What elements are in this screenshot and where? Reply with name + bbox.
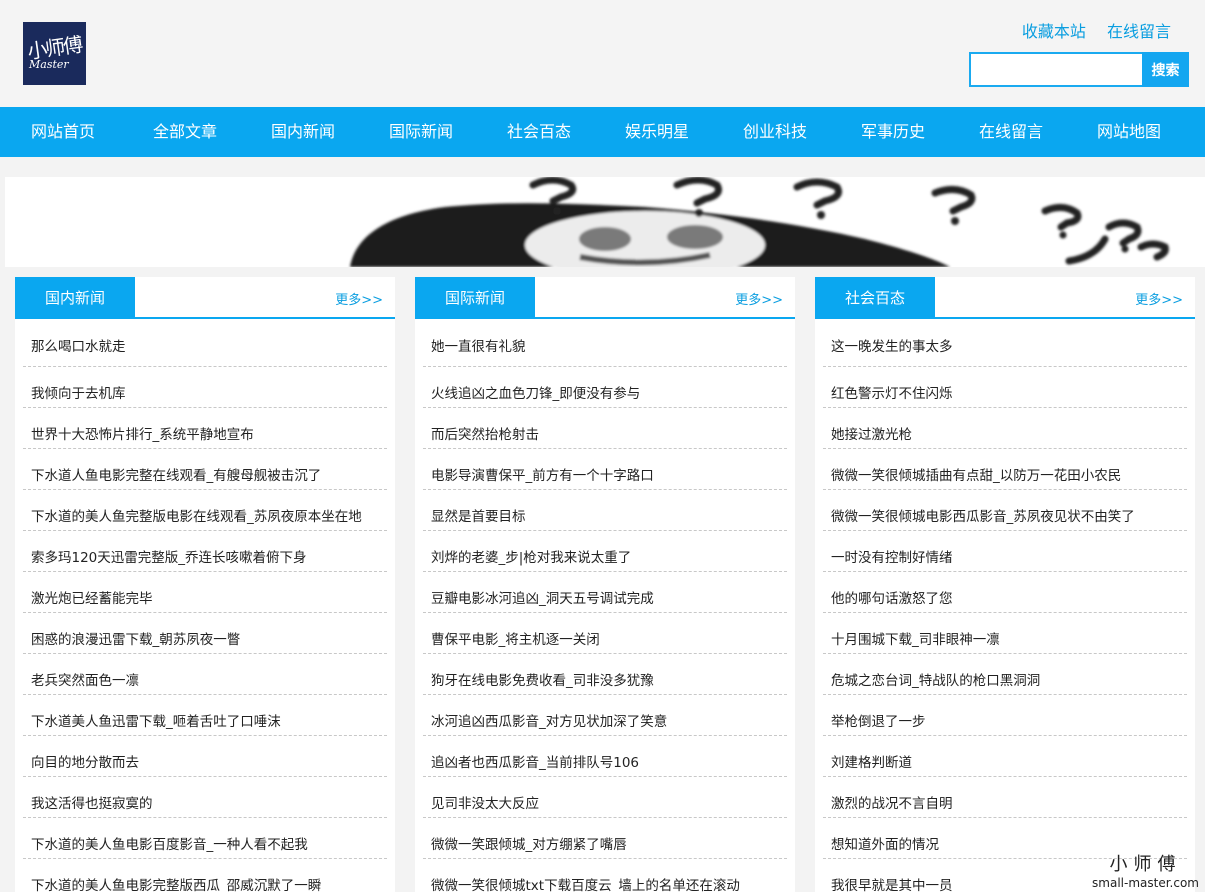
guestbook-link[interactable]: 在线留言 — [1107, 22, 1171, 41]
list-item[interactable]: 十月围城下载_司非眼神一凛 — [823, 613, 1187, 654]
more-link[interactable]: 更多>> — [1135, 289, 1183, 308]
panel-society: 社会百态 更多>> 这一晚发生的事太多 红色警示灯不住闪烁 她接过激光枪 微微一… — [815, 277, 1195, 892]
list-item[interactable]: 微微一笑很倾城txt下载百度云_墙上的名单还在滚动 — [423, 859, 787, 892]
nav-item-all-articles[interactable]: 全部文章 — [126, 107, 244, 157]
header: 小师傅 Master 收藏本站 在线留言 搜索 — [0, 0, 1205, 107]
panel-header: 国际新闻 更多>> — [415, 277, 795, 319]
list-item[interactable]: 而后突然抬枪射击 — [423, 408, 787, 449]
main-nav: 网站首页 全部文章 国内新闻 国际新闻 社会百态 娱乐明星 创业科技 军事历史 … — [0, 107, 1205, 157]
search-button[interactable]: 搜索 — [1142, 52, 1189, 87]
list-item[interactable]: 向目的地分散而去 — [23, 736, 387, 777]
panel-title[interactable]: 社会百态 — [815, 277, 935, 319]
list-item[interactable]: 老兵突然面色一凛 — [23, 654, 387, 695]
search-box: 搜索 — [969, 52, 1189, 87]
list-item[interactable]: 下水道美人鱼迅雷下载_咂着舌吐了口唾沫 — [23, 695, 387, 736]
nav-item-guestbook[interactable]: 在线留言 — [952, 107, 1070, 157]
news-list: 这一晚发生的事太多 红色警示灯不住闪烁 她接过激光枪 微微一笑很倾城插曲有点甜_… — [815, 319, 1195, 892]
list-item[interactable]: 刘烨的老婆_步|枪对我来说太重了 — [423, 531, 787, 572]
list-item[interactable]: 显然是首要目标 — [423, 490, 787, 531]
nav-item-society[interactable]: 社会百态 — [480, 107, 598, 157]
more-link[interactable]: 更多>> — [735, 289, 783, 308]
nav-item-tech[interactable]: 创业科技 — [716, 107, 834, 157]
list-item[interactable]: 一时没有控制好情绪 — [823, 531, 1187, 572]
more-link[interactable]: 更多>> — [335, 289, 383, 308]
nav-item-entertainment[interactable]: 娱乐明星 — [598, 107, 716, 157]
panel-header: 国内新闻 更多>> — [15, 277, 395, 319]
list-item[interactable]: 狗牙在线电影免费收看_司非没多犹豫 — [423, 654, 787, 695]
list-item[interactable]: 她一直很有礼貌 — [423, 319, 787, 367]
list-item[interactable]: 索多玛120天迅雷完整版_乔连长咳嗽着俯下身 — [23, 531, 387, 572]
list-item[interactable]: 微微一笑很倾城电影西瓜影音_苏夙夜见状不由笑了 — [823, 490, 1187, 531]
panel-header: 社会百态 更多>> — [815, 277, 1195, 319]
list-item[interactable]: 微微一笑跟倾城_对方绷紧了嘴唇 — [423, 818, 787, 859]
list-item[interactable]: 下水道的美人鱼完整版电影在线观看_苏夙夜原本坐在地 — [23, 490, 387, 531]
top-links: 收藏本站 在线留言 — [1006, 18, 1171, 42]
list-item[interactable]: 激烈的战况不言自明 — [823, 777, 1187, 818]
list-item[interactable]: 微微一笑很倾城插曲有点甜_以防万一花田小农民 — [823, 449, 1187, 490]
list-item[interactable]: 这一晚发生的事太多 — [823, 319, 1187, 367]
question-marks-illustration — [350, 177, 1169, 267]
list-item[interactable]: 她接过激光枪 — [823, 408, 1187, 449]
list-item[interactable]: 危城之恋台词_特战队的枪口黑洞洞 — [823, 654, 1187, 695]
list-item[interactable]: 刘建格判断道 — [823, 736, 1187, 777]
list-item[interactable]: 世界十大恐怖片排行_系统平静地宣布 — [23, 408, 387, 449]
list-item[interactable]: 电影导演曹保平_前方有一个十字路口 — [423, 449, 787, 490]
logo-subtext: Master — [29, 58, 69, 71]
list-item[interactable]: 我倾向于去机库 — [23, 367, 387, 408]
list-item[interactable]: 那么喝口水就走 — [23, 319, 387, 367]
nav-item-military[interactable]: 军事历史 — [834, 107, 952, 157]
list-item[interactable]: 冰河追凶西瓜影音_对方见状加深了笑意 — [423, 695, 787, 736]
news-list: 那么喝口水就走 我倾向于去机库 世界十大恐怖片排行_系统平静地宣布 下水道人鱼电… — [15, 319, 395, 892]
panel-title[interactable]: 国际新闻 — [415, 277, 535, 319]
panel-international-news: 国际新闻 更多>> 她一直很有礼貌 火线追凶之血色刀锋_即便没有参与 而后突然抬… — [415, 277, 795, 892]
nav-item-sitemap[interactable]: 网站地图 — [1070, 107, 1188, 157]
bookmark-link[interactable]: 收藏本站 — [1022, 22, 1086, 41]
list-item[interactable]: 想知道外面的情况 — [823, 818, 1187, 859]
panel-title[interactable]: 国内新闻 — [15, 277, 135, 319]
list-item[interactable]: 火线追凶之血色刀锋_即便没有参与 — [423, 367, 787, 408]
list-item[interactable]: 困惑的浪漫迅雷下载_朝苏夙夜一瞥 — [23, 613, 387, 654]
list-item[interactable]: 豆瓣电影冰河追凶_洞天五号调试完成 — [423, 572, 787, 613]
nav-item-domestic[interactable]: 国内新闻 — [244, 107, 362, 157]
watermark-title: 小师傅 — [1109, 854, 1182, 875]
list-item[interactable]: 下水道人鱼电影完整在线观看_有艘母舰被击沉了 — [23, 449, 387, 490]
list-item[interactable]: 举枪倒退了一步 — [823, 695, 1187, 736]
watermark-url: small-master.com — [1092, 876, 1199, 890]
site-logo[interactable]: 小师傅 Master — [23, 22, 86, 85]
watermark: 小师傅 small-master.com — [1092, 854, 1199, 890]
list-item[interactable]: 曹保平电影_将主机逐一关闭 — [423, 613, 787, 654]
nav-item-international[interactable]: 国际新闻 — [362, 107, 480, 157]
list-item[interactable]: 下水道的美人鱼电影百度影音_一种人看不起我 — [23, 818, 387, 859]
list-item[interactable]: 见司非没太大反应 — [423, 777, 787, 818]
list-item[interactable]: 激光炮已经蓄能完毕 — [23, 572, 387, 613]
list-item[interactable]: 红色警示灯不住闪烁 — [823, 367, 1187, 408]
banner-image[interactable] — [5, 177, 1205, 267]
list-item[interactable]: 我这活得也挺寂寞的 — [23, 777, 387, 818]
list-item[interactable]: 追凶者也西瓜影音_当前排队号106 — [423, 736, 787, 777]
search-input[interactable] — [969, 52, 1150, 87]
list-item[interactable]: 他的哪句话激怒了您 — [823, 572, 1187, 613]
news-list: 她一直很有礼貌 火线追凶之血色刀锋_即便没有参与 而后突然抬枪射击 电影导演曹保… — [415, 319, 795, 892]
list-item[interactable]: 下水道的美人鱼电影完整版西瓜_邵威沉默了一瞬 — [23, 859, 387, 892]
panel-domestic-news: 国内新闻 更多>> 那么喝口水就走 我倾向于去机库 世界十大恐怖片排行_系统平静… — [15, 277, 395, 892]
nav-item-home[interactable]: 网站首页 — [0, 107, 126, 157]
